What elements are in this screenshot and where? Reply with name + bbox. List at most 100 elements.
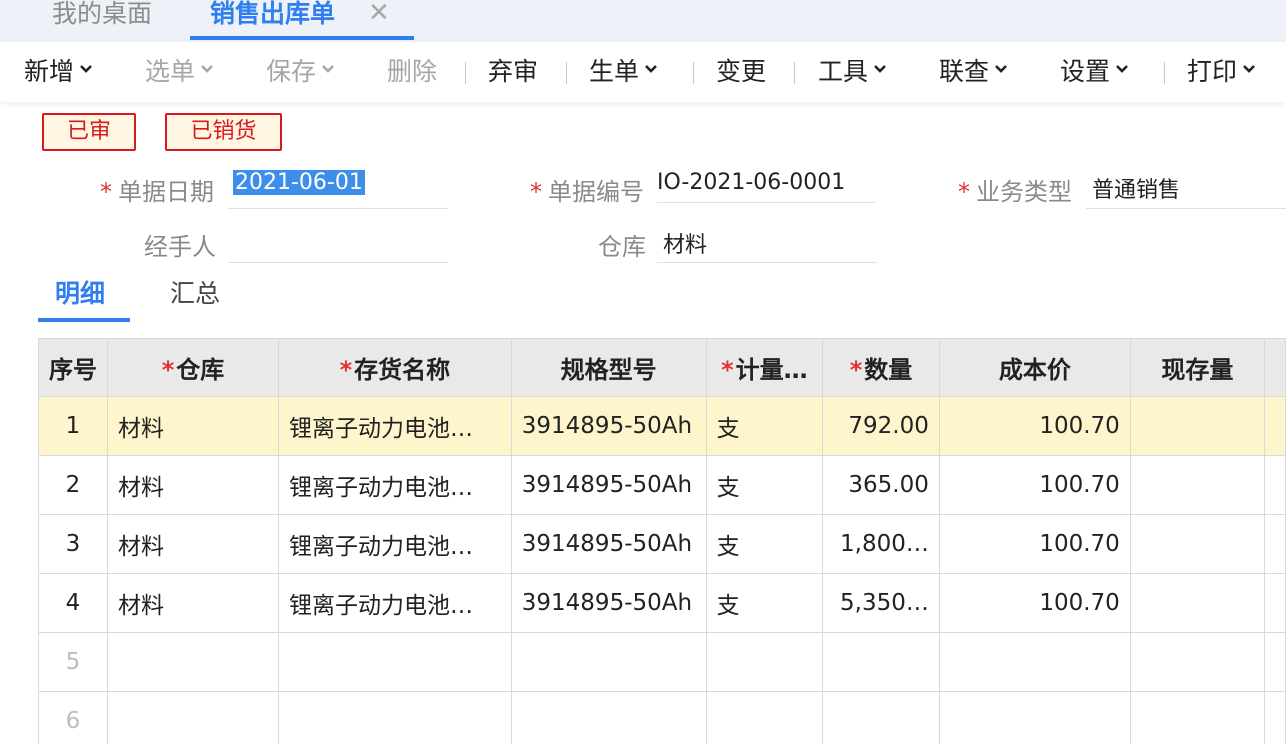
cell-overflow <box>1263 514 1286 574</box>
cell-stock[interactable] <box>1129 396 1265 456</box>
cell-qty[interactable] <box>822 691 940 744</box>
abandon-review-button[interactable]: 弃审 <box>488 42 538 102</box>
table-row[interactable]: 3 材料 锂离子动力电池… 3914895-50Ah 支 1,800… 100.… <box>38 514 1286 574</box>
cell-qty[interactable]: 1,800… <box>822 514 940 574</box>
cell-spec[interactable] <box>510 691 707 744</box>
status-badge-reviewed: 已审 <box>42 113 136 151</box>
cell-spec[interactable]: 3914895-50Ah <box>510 573 707 633</box>
tools-button[interactable]: 工具 <box>818 42 887 102</box>
cell-qty[interactable]: 365.00 <box>822 455 940 515</box>
cell-stock[interactable] <box>1129 632 1265 692</box>
cell-index: 4 <box>38 573 108 633</box>
bill-no-input[interactable]: IO-2021-06-0001 <box>657 170 845 195</box>
cell-spec[interactable]: 3914895-50Ah <box>510 455 707 515</box>
handler-input[interactable] <box>233 227 443 257</box>
cell-item-name[interactable]: 锂离子动力电池… <box>278 514 512 574</box>
toolbar-divider <box>794 62 795 84</box>
toolbar-divider <box>566 62 567 84</box>
settings-button[interactable]: 设置 <box>1060 42 1129 102</box>
cell-unit[interactable] <box>705 691 824 744</box>
toolbar-divider <box>465 62 466 84</box>
cell-cost[interactable] <box>938 691 1131 744</box>
header-qty[interactable]: *数量 <box>822 338 940 397</box>
cell-item-name[interactable] <box>278 632 512 692</box>
linked-query-button[interactable]: 联查 <box>939 42 1008 102</box>
cell-warehouse[interactable]: 材料 <box>106 455 280 515</box>
table-row-empty[interactable]: 6 <box>38 691 1286 744</box>
cell-unit[interactable]: 支 <box>705 514 824 574</box>
header-item-name[interactable]: *存货名称 <box>278 338 512 397</box>
chevron-down-icon <box>995 65 1007 73</box>
cell-cost[interactable]: 100.70 <box>938 396 1131 456</box>
cell-stock[interactable] <box>1129 573 1265 633</box>
cell-unit[interactable]: 支 <box>705 573 824 633</box>
cell-item-name[interactable]: 锂离子动力电池… <box>278 573 512 633</box>
close-icon[interactable]: ✕ <box>368 0 390 26</box>
active-tab-indicator <box>190 36 414 40</box>
cell-index: 6 <box>38 691 108 744</box>
detail-grid: 序号 *仓库 *存货名称 规格型号 *计量… *数量 成本价 现存量 1 材料 … <box>38 338 1286 744</box>
header-warehouse[interactable]: *仓库 <box>106 338 280 397</box>
chevron-down-icon <box>80 65 92 73</box>
tab-detail[interactable]: 明细 <box>55 276 105 312</box>
status-badge-sold: 已销货 <box>165 113 282 151</box>
header-cost[interactable]: 成本价 <box>938 338 1131 397</box>
cell-cost[interactable]: 100.70 <box>938 514 1131 574</box>
cell-qty[interactable]: 792.00 <box>822 396 940 456</box>
cell-stock[interactable] <box>1129 455 1265 515</box>
cell-item-name[interactable]: 锂离子动力电池… <box>278 396 512 456</box>
select-bill-button[interactable]: 选单 <box>145 42 214 102</box>
cell-warehouse[interactable]: 材料 <box>106 573 280 633</box>
save-button[interactable]: 保存 <box>266 42 335 102</box>
bill-date-input[interactable]: 2021-06-01 <box>233 170 365 195</box>
table-row[interactable]: 1 材料 锂离子动力电池… 3914895-50Ah 支 792.00 100.… <box>38 396 1286 456</box>
cell-qty[interactable] <box>822 632 940 692</box>
cell-unit[interactable]: 支 <box>705 455 824 515</box>
cell-overflow <box>1263 573 1286 633</box>
header-stock[interactable]: 现存量 <box>1129 338 1265 397</box>
cell-unit[interactable] <box>705 632 824 692</box>
cell-cost[interactable]: 100.70 <box>938 455 1131 515</box>
cell-stock[interactable] <box>1129 514 1265 574</box>
tab-home[interactable]: 我的桌面 <box>52 0 152 40</box>
table-row-empty[interactable]: 5 <box>38 632 1286 692</box>
cell-item-name[interactable] <box>278 691 512 744</box>
change-button[interactable]: 变更 <box>716 42 766 102</box>
biz-type-select[interactable]: 普通销售 <box>1092 172 1180 204</box>
cell-stock[interactable] <box>1129 691 1265 744</box>
linked-query-label: 联查 <box>939 57 990 86</box>
generate-bill-label: 生单 <box>589 57 640 86</box>
header-spec[interactable]: 规格型号 <box>510 338 707 397</box>
add-button[interactable]: 新增 <box>24 42 93 102</box>
cell-qty[interactable]: 5,350… <box>822 573 940 633</box>
table-row[interactable]: 4 材料 锂离子动力电池… 3914895-50Ah 支 5,350… 100.… <box>38 573 1286 633</box>
cell-warehouse[interactable] <box>106 691 280 744</box>
cell-warehouse[interactable]: 材料 <box>106 514 280 574</box>
header-unit[interactable]: *计量… <box>705 338 824 397</box>
cell-unit[interactable]: 支 <box>705 396 824 456</box>
header-index[interactable]: 序号 <box>38 338 108 397</box>
print-button[interactable]: 打印 <box>1187 42 1256 102</box>
select-bill-label: 选单 <box>145 57 196 86</box>
delete-button[interactable]: 删除 <box>387 42 437 102</box>
biz-type-underline <box>1086 208 1286 209</box>
cell-warehouse[interactable] <box>106 632 280 692</box>
warehouse-input[interactable]: 材料 <box>663 227 707 259</box>
cell-warehouse[interactable]: 材料 <box>106 396 280 456</box>
cell-cost[interactable] <box>938 632 1131 692</box>
generate-bill-button[interactable]: 生单 <box>589 42 658 102</box>
cell-spec[interactable]: 3914895-50Ah <box>510 514 707 574</box>
cell-cost[interactable]: 100.70 <box>938 573 1131 633</box>
tab-sales-outbound[interactable]: 销售出库单 <box>210 0 335 40</box>
table-row[interactable]: 2 材料 锂离子动力电池… 3914895-50Ah 支 365.00 100.… <box>38 455 1286 515</box>
cell-item-name[interactable]: 锂离子动力电池… <box>278 455 512 515</box>
toolbar-divider <box>1164 62 1165 84</box>
cell-overflow <box>1263 632 1286 692</box>
bill-date-label: * 单据日期 <box>100 178 214 206</box>
cell-overflow <box>1263 691 1286 744</box>
tab-summary[interactable]: 汇总 <box>170 276 220 312</box>
cell-spec[interactable] <box>510 632 707 692</box>
cell-index: 3 <box>38 514 108 574</box>
cell-spec[interactable]: 3914895-50Ah <box>510 396 707 456</box>
warehouse-underline <box>657 262 877 263</box>
